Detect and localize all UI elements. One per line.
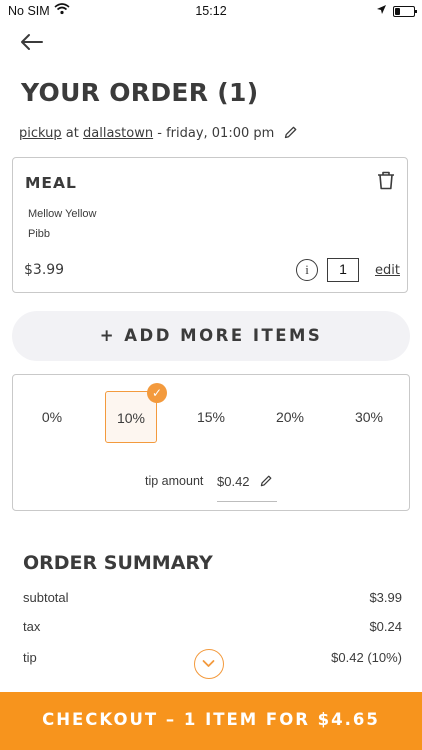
pencil-icon[interactable] <box>260 474 272 492</box>
item-modifier: Pibb <box>28 228 51 240</box>
back-arrow-icon <box>21 34 43 50</box>
tip-selector: 0% 10% ✓ 15% 20% 30% tip amount $0.42 <box>12 374 410 511</box>
tip-option-15[interactable]: 15% <box>185 391 237 443</box>
item-name: MEAL <box>25 174 77 192</box>
summary-label: tax <box>23 619 41 634</box>
tip-amount-underline <box>217 501 277 502</box>
trash-icon[interactable] <box>377 171 395 195</box>
check-icon: ✓ <box>147 383 167 403</box>
pencil-icon[interactable] <box>284 126 297 143</box>
item-price: $3.99 <box>24 262 65 278</box>
item-modifier: Mellow Yellow <box>28 208 97 220</box>
at-label: at <box>65 126 79 141</box>
pickup-link[interactable]: pickup <box>19 126 62 141</box>
battery-icon <box>393 6 417 17</box>
info-icon[interactable]: i <box>296 259 318 281</box>
checkout-button[interactable]: CHECKOUT – 1 ITEM FOR $4.65 <box>0 692 422 750</box>
tip-option-20[interactable]: 20% <box>264 391 316 443</box>
page-title: YOUR ORDER (1) <box>21 78 259 107</box>
location-arrow-icon <box>376 4 387 18</box>
back-button[interactable] <box>20 30 44 54</box>
location-link[interactable]: dallastown <box>83 126 153 141</box>
tip-option-30[interactable]: 30% <box>343 391 395 443</box>
quantity-input[interactable]: 1 <box>327 258 359 282</box>
edit-item-link[interactable]: edit <box>375 263 400 278</box>
summary-label: tip <box>23 650 37 665</box>
summary-value: $0.24 <box>369 619 402 634</box>
order-info: pickup at dallastown - friday, 01:00 pm <box>19 126 297 143</box>
summary-value: $3.99 <box>369 590 402 605</box>
clock: 15:12 <box>195 4 227 18</box>
summary-value: $0.42 (10%) <box>331 650 402 665</box>
tip-amount-value[interactable]: $0.42 <box>217 474 250 489</box>
add-more-items-button[interactable]: + ADD MORE ITEMS <box>12 311 410 361</box>
chevron-down-icon <box>202 660 215 667</box>
order-item-card: MEAL Mellow Yellow Pibb $3.99 i 1 edit <box>12 157 408 293</box>
tip-option-0[interactable]: 0% <box>26 391 78 443</box>
tip-amount-label: tip amount <box>145 474 204 488</box>
expand-summary-button[interactable] <box>194 649 224 679</box>
order-summary-title: ORDER SUMMARY <box>23 552 213 574</box>
summary-label: subtotal <box>23 590 69 605</box>
status-bar: No SIM 15:12 <box>0 0 422 22</box>
pickup-time: - friday, 01:00 pm <box>157 126 275 141</box>
